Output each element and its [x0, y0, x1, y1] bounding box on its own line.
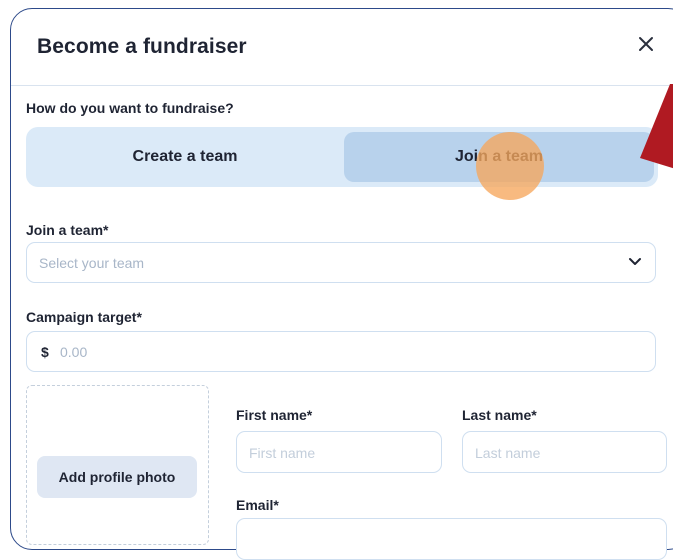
pointer-arrow-icon [640, 84, 673, 169]
dialog-title: Become a fundraiser [37, 35, 247, 58]
close-icon[interactable] [637, 35, 657, 55]
fundraise-question: How do you want to fundraise? [26, 100, 234, 116]
profile-photo-dropzone[interactable]: Add profile photo [26, 385, 209, 545]
close-icon-glyph [639, 37, 653, 51]
last-name-label: Last name* [462, 407, 537, 423]
dialog-header: Become a fundraiser [11, 9, 673, 86]
click-highlight [476, 132, 544, 200]
create-team-option[interactable]: Create a team [30, 132, 340, 182]
campaign-target-label: Campaign target* [26, 309, 142, 325]
first-name-input[interactable]: First name [236, 431, 442, 473]
team-select-placeholder: Select your team [39, 255, 145, 271]
team-select[interactable]: Select your team [26, 242, 656, 283]
email-label: Email* [236, 497, 279, 513]
currency-symbol: $ [41, 344, 49, 360]
last-name-input[interactable]: Last name [462, 431, 667, 473]
email-input[interactable] [236, 518, 667, 560]
fundraise-mode-toggle: Create a team Join a team [26, 127, 658, 187]
first-name-label: First name* [236, 407, 313, 423]
last-name-placeholder: Last name [475, 445, 541, 461]
campaign-target-placeholder: 0.00 [60, 344, 88, 360]
chevron-down-icon [629, 258, 641, 265]
add-profile-photo-button[interactable]: Add profile photo [37, 456, 197, 498]
campaign-target-input[interactable]: $ 0.00 [26, 331, 656, 372]
first-name-placeholder: First name [249, 445, 316, 461]
join-team-label: Join a team* [26, 222, 109, 238]
